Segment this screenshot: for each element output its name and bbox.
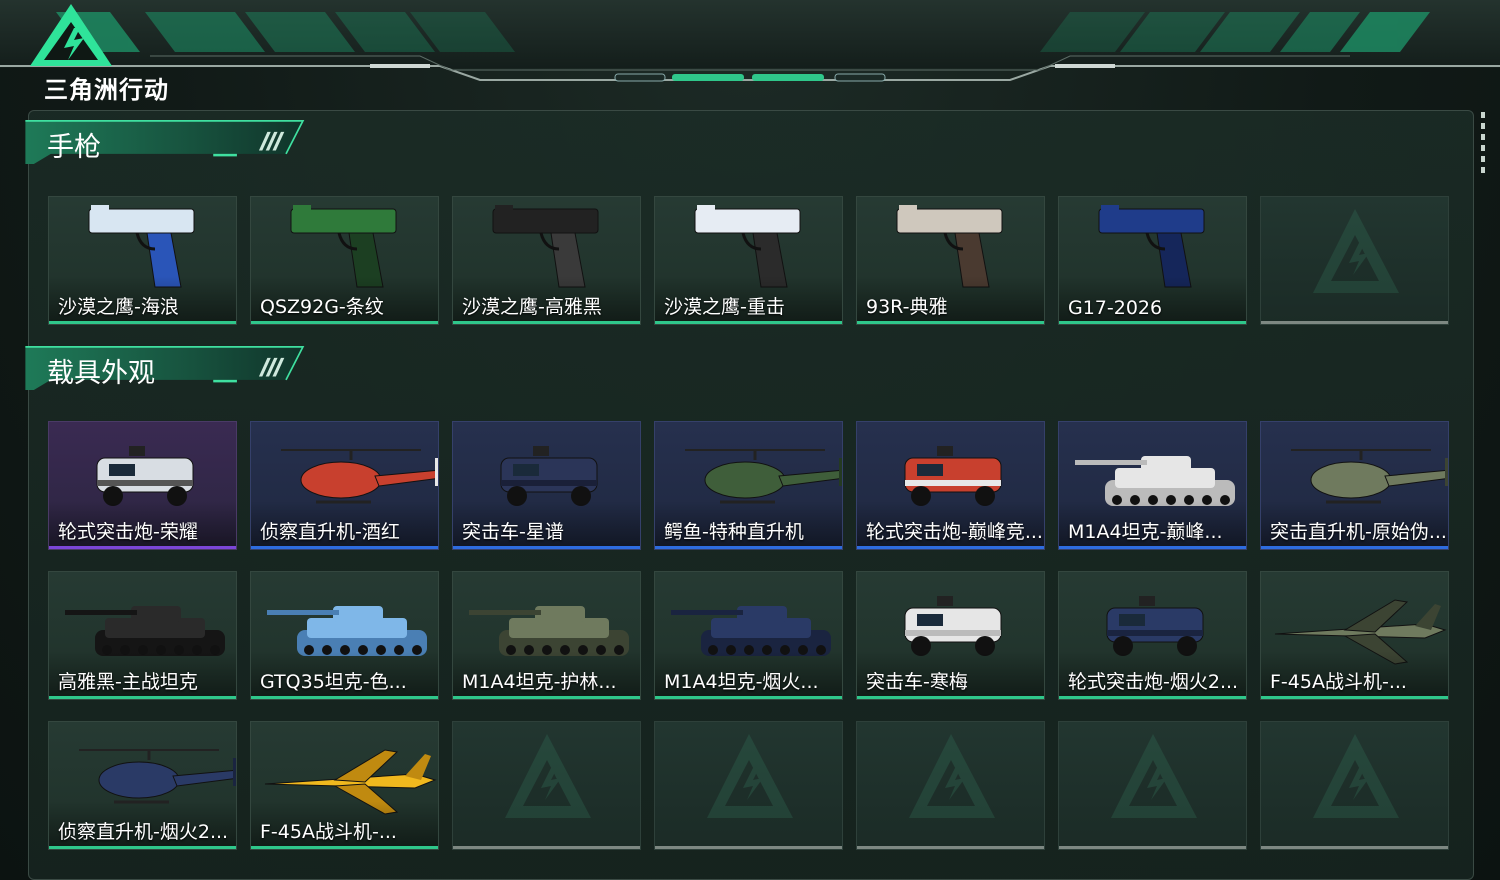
item-name: 高雅黑-主战坦克 [58, 671, 198, 693]
item-name: 突击直升机-原始伪... [1270, 521, 1447, 543]
item-card[interactable]: 突击直升机-原始伪... [1260, 421, 1449, 550]
item-name: 93R-典雅 [866, 296, 948, 318]
rarity-bar [1261, 321, 1448, 324]
item-card[interactable]: F-45A战斗机-... [250, 721, 439, 850]
empty-slot [452, 721, 641, 850]
rarity-bar [251, 846, 438, 849]
item-card[interactable]: 高雅黑-主战坦克 [48, 571, 237, 700]
empty-slot [1260, 721, 1449, 850]
empty-slot [1058, 721, 1247, 850]
item-name: 突击车-星谱 [462, 521, 564, 543]
section-header-vehicles: 载具外观 [0, 346, 340, 396]
item-card[interactable]: 轮式突击炮-荣耀 [48, 421, 237, 550]
item-name: 沙漠之鹰-重击 [664, 296, 785, 318]
item-card[interactable]: 侦察直升机-酒红 [250, 421, 439, 550]
item-card[interactable]: 轮式突击炮-巅峰竞... [856, 421, 1045, 550]
section-title-vehicles: 载具外观 [47, 358, 155, 389]
rarity-bar [655, 546, 842, 549]
empty-slot-logo-icon [1313, 209, 1399, 293]
inventory-screen: 三角洲行动 手枪 载具外观 沙漠之鹰-海浪 QSZ92G-条纹 沙漠之鹰-高雅黑… [0, 0, 1500, 880]
item-name: 沙漠之鹰-海浪 [58, 296, 179, 318]
item-name: 侦察直升机-酒红 [260, 521, 400, 543]
rarity-bar [857, 321, 1044, 324]
empty-slot-logo-icon [1111, 734, 1197, 818]
item-card[interactable]: M1A4坦克-护林... [452, 571, 641, 700]
item-name: 沙漠之鹰-高雅黑 [462, 296, 602, 318]
item-name: 轮式突击炮-荣耀 [58, 521, 198, 543]
item-name: M1A4坦克-烟火... [664, 671, 819, 693]
item-card[interactable]: 沙漠之鹰-重击 [654, 196, 843, 325]
rarity-bar [857, 846, 1044, 849]
empty-slot [1260, 196, 1449, 325]
item-name: M1A4坦克-巅峰... [1068, 521, 1223, 543]
item-card[interactable]: 突击车-寒梅 [856, 571, 1045, 700]
item-card[interactable]: 侦察直升机-烟火2... [48, 721, 237, 850]
item-card[interactable]: 沙漠之鹰-海浪 [48, 196, 237, 325]
item-name: 轮式突击炮-巅峰竞... [866, 521, 1043, 543]
section-header-pistols: 手枪 [0, 120, 340, 170]
rarity-bar [1059, 546, 1246, 549]
item-name: GTQ35坦克-色... [260, 671, 407, 693]
rarity-bar [1261, 696, 1448, 699]
item-name: M1A4坦克-护林... [462, 671, 617, 693]
item-name: QSZ92G-条纹 [260, 296, 384, 318]
rarity-bar [251, 696, 438, 699]
rarity-bar [49, 696, 236, 699]
empty-slot-logo-icon [707, 734, 793, 818]
item-card[interactable]: G17-2026 [1058, 196, 1247, 325]
item-card[interactable]: F-45A战斗机-... [1260, 571, 1449, 700]
item-name: 侦察直升机-烟火2... [58, 821, 229, 843]
rarity-bar [1261, 546, 1448, 549]
rarity-bar [1059, 321, 1246, 324]
rarity-bar [49, 321, 236, 324]
rarity-bar [251, 321, 438, 324]
empty-slot-logo-icon [505, 734, 591, 818]
header-frame [0, 0, 1500, 82]
item-name: 轮式突击炮-烟火2... [1068, 671, 1239, 693]
rarity-bar [655, 321, 842, 324]
empty-slot [654, 721, 843, 850]
item-card[interactable]: 突击车-星谱 [452, 421, 641, 550]
rarity-bar [453, 846, 640, 849]
item-card[interactable]: 轮式突击炮-烟火2... [1058, 571, 1247, 700]
item-card[interactable]: 鳄鱼-特种直升机 [654, 421, 843, 550]
item-name: F-45A战斗机-... [260, 821, 397, 843]
rarity-bar [857, 546, 1044, 549]
rarity-bar [1059, 846, 1246, 849]
item-card[interactable]: 沙漠之鹰-高雅黑 [452, 196, 641, 325]
rarity-bar [49, 546, 236, 549]
scrollbar[interactable] [1481, 112, 1485, 182]
rarity-bar [655, 846, 842, 849]
rarity-bar [1059, 696, 1246, 699]
item-name: F-45A战斗机-... [1270, 671, 1407, 693]
item-name: 鳄鱼-特种直升机 [664, 521, 804, 543]
rarity-bar [453, 321, 640, 324]
rarity-bar [49, 846, 236, 849]
logo-text: 三角洲行动 [44, 76, 169, 104]
item-card[interactable]: M1A4坦克-巅峰... [1058, 421, 1247, 550]
empty-slot-logo-icon [1313, 734, 1399, 818]
item-card[interactable]: M1A4坦克-烟火... [654, 571, 843, 700]
rarity-bar [251, 546, 438, 549]
rarity-bar [453, 696, 640, 699]
item-card[interactable]: QSZ92G-条纹 [250, 196, 439, 325]
top-header: 三角洲行动 [0, 0, 1500, 110]
item-name: 突击车-寒梅 [866, 671, 968, 693]
item-name: G17-2026 [1068, 297, 1163, 319]
section-title-pistols: 手枪 [47, 132, 101, 163]
empty-slot [856, 721, 1045, 850]
empty-slot-logo-icon [909, 734, 995, 818]
rarity-bar [857, 696, 1044, 699]
rarity-bar [453, 546, 640, 549]
item-card[interactable]: 93R-典雅 [856, 196, 1045, 325]
item-card[interactable]: GTQ35坦克-色... [250, 571, 439, 700]
rarity-bar [655, 696, 842, 699]
rarity-bar [1261, 846, 1448, 849]
